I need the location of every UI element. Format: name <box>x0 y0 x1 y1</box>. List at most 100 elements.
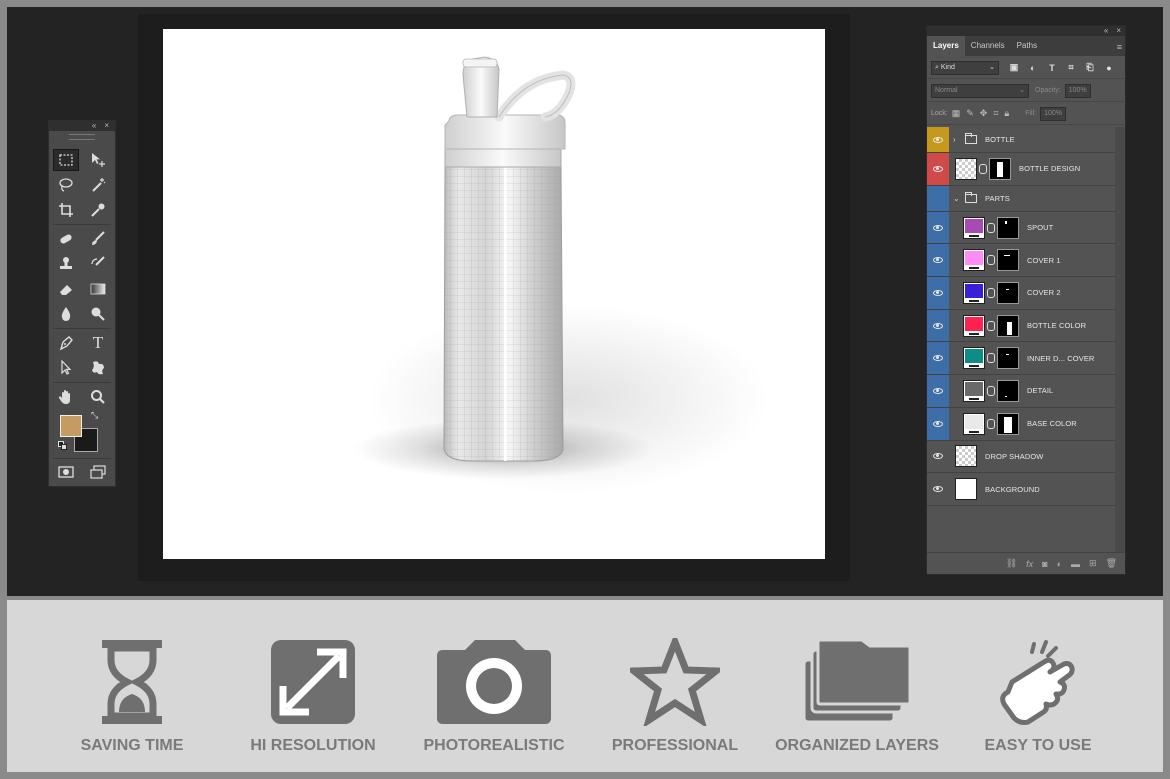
chevron-right-icon[interactable]: › <box>953 135 961 144</box>
lock-position-icon[interactable]: ✥ <box>980 108 988 119</box>
link-icon[interactable] <box>987 320 995 331</box>
visibility-toggle[interactable] <box>927 127 949 152</box>
layer-mask-thumbnail[interactable] <box>997 249 1019 272</box>
collapse-icon[interactable]: « <box>92 122 96 130</box>
brush-tool[interactable] <box>85 228 111 250</box>
layer-mask-thumbnail[interactable] <box>997 379 1019 402</box>
canvas-area[interactable] <box>138 14 850 581</box>
visibility-toggle[interactable] <box>927 407 949 440</box>
shape-filter-icon[interactable]: ⌗ <box>1064 61 1078 75</box>
layer-thumbnail[interactable] <box>963 216 985 239</box>
link-icon[interactable] <box>987 418 995 429</box>
magic-wand-tool[interactable] <box>85 174 111 196</box>
trash-icon[interactable]: 🗑︎ <box>1106 558 1117 569</box>
layer-mask-thumbnail[interactable] <box>989 157 1011 180</box>
default-colors-icon[interactable] <box>58 441 68 451</box>
blend-mode-select[interactable]: Normal ⌄ <box>931 83 1029 98</box>
lock-transparent-icon[interactable]: ▦ <box>952 108 961 119</box>
layer-thumbnail[interactable] <box>963 347 985 370</box>
healing-brush-tool[interactable] <box>53 228 79 250</box>
layer-row[interactable]: ⌄ PARTS <box>927 185 1125 212</box>
layer-row[interactable]: DETAIL <box>927 375 1125 408</box>
custom-shape-tool[interactable] <box>85 357 111 379</box>
panel-grip[interactable] <box>69 134 95 140</box>
pixel-filter-icon[interactable]: ▣ <box>1007 61 1021 75</box>
mask-icon[interactable]: ◙ <box>1042 559 1047 569</box>
link-icon[interactable] <box>987 222 995 233</box>
visibility-toggle[interactable] <box>927 309 949 342</box>
layer-row[interactable]: SPOUT <box>927 211 1125 245</box>
move-tool[interactable] <box>85 149 111 171</box>
link-icon[interactable] <box>987 353 995 364</box>
clone-stamp-tool[interactable] <box>53 253 79 275</box>
layer-mask-thumbnail[interactable] <box>997 216 1019 239</box>
link-icon[interactable] <box>987 287 995 298</box>
zoom-tool[interactable] <box>85 386 111 408</box>
layer-row[interactable]: BACKGROUND <box>927 473 1125 506</box>
layer-mask-thumbnail[interactable] <box>997 314 1019 337</box>
smart-filter-icon[interactable]: ⎗ <box>1083 61 1097 75</box>
filter-toggle-icon[interactable]: ● <box>1102 61 1116 75</box>
layer-thumbnail[interactable] <box>963 314 985 337</box>
visibility-toggle[interactable] <box>927 244 949 277</box>
layer-row[interactable]: COVER 2 <box>927 277 1125 310</box>
layer-row[interactable]: › BOTTLE <box>927 127 1125 153</box>
layer-thumbnail[interactable] <box>955 445 977 468</box>
visibility-toggle[interactable] <box>927 185 949 211</box>
layers-scrollbar[interactable] <box>1115 127 1125 553</box>
folder-icon[interactable]: ▬ <box>1071 559 1080 569</box>
visibility-toggle[interactable] <box>927 375 949 407</box>
adjustment-filter-icon[interactable]: ◐ <box>1026 61 1040 75</box>
filter-kind-select[interactable]: ⌕ Kind ⌄ <box>931 60 999 75</box>
swap-colors-icon[interactable]: ⤡ <box>91 410 98 421</box>
eraser-tool[interactable] <box>53 278 79 300</box>
layer-row[interactable]: BASE COLOR <box>927 407 1125 441</box>
tab-paths[interactable]: Paths <box>1011 36 1043 56</box>
new-layer-icon[interactable]: ⊞ <box>1089 558 1097 569</box>
lock-pixels-icon[interactable]: ✎ <box>966 108 974 119</box>
path-selection-tool[interactable] <box>53 357 79 379</box>
type-tool[interactable]: T <box>85 332 111 354</box>
gradient-tool[interactable] <box>85 278 111 300</box>
fx-icon[interactable]: fx <box>1026 559 1033 569</box>
eyedropper-tool[interactable] <box>85 199 111 221</box>
layer-thumbnail[interactable] <box>963 249 985 272</box>
layer-thumbnail[interactable] <box>955 478 977 501</box>
foreground-color-swatch-front[interactable] <box>60 415 82 437</box>
lasso-tool[interactable] <box>53 174 79 196</box>
layer-row[interactable]: BOTTLE DESIGN <box>927 153 1125 186</box>
collapse-icon[interactable]: « <box>1104 26 1108 36</box>
blur-tool[interactable] <box>53 303 79 325</box>
lock-artboard-icon[interactable]: ⌗ <box>993 108 998 119</box>
layer-row[interactable]: COVER 1 <box>927 244 1125 278</box>
link-icon[interactable] <box>987 385 995 396</box>
opacity-input[interactable]: 100% <box>1064 83 1091 98</box>
visibility-toggle[interactable] <box>927 153 949 185</box>
layer-mask-thumbnail[interactable] <box>997 281 1019 304</box>
layer-thumbnail[interactable] <box>963 281 985 304</box>
tab-layers[interactable]: Layers <box>927 36 965 56</box>
tab-channels[interactable]: Channels <box>965 36 1011 56</box>
rectangular-marquee-tool[interactable] <box>53 149 79 171</box>
visibility-toggle[interactable] <box>927 440 949 473</box>
layer-mask-thumbnail[interactable] <box>997 347 1019 370</box>
close-icon[interactable]: × <box>1116 26 1121 36</box>
lock-all-icon[interactable]: 🔒︎ <box>1004 108 1009 119</box>
type-filter-icon[interactable]: T <box>1045 61 1059 75</box>
fill-input[interactable]: 100% <box>1040 106 1067 121</box>
close-icon[interactable]: × <box>104 122 109 130</box>
visibility-toggle[interactable] <box>927 473 949 505</box>
panel-menu-icon[interactable]: ≡ <box>1117 42 1122 52</box>
document-canvas[interactable] <box>163 29 825 559</box>
adjustment-icon[interactable]: ◐ <box>1057 559 1062 569</box>
crop-tool[interactable] <box>53 199 79 221</box>
layer-row[interactable]: INNER D... COVER <box>927 342 1125 376</box>
history-brush-tool[interactable] <box>85 253 111 275</box>
layer-thumbnail[interactable] <box>963 412 985 435</box>
visibility-toggle[interactable] <box>927 342 949 375</box>
layer-row[interactable]: BOTTLE COLOR <box>927 309 1125 343</box>
layer-mask-thumbnail[interactable] <box>997 412 1019 435</box>
layer-row[interactable]: DROP SHADOW <box>927 440 1125 474</box>
hand-tool[interactable] <box>53 386 79 408</box>
chevron-down-icon[interactable]: ⌄ <box>953 194 961 203</box>
